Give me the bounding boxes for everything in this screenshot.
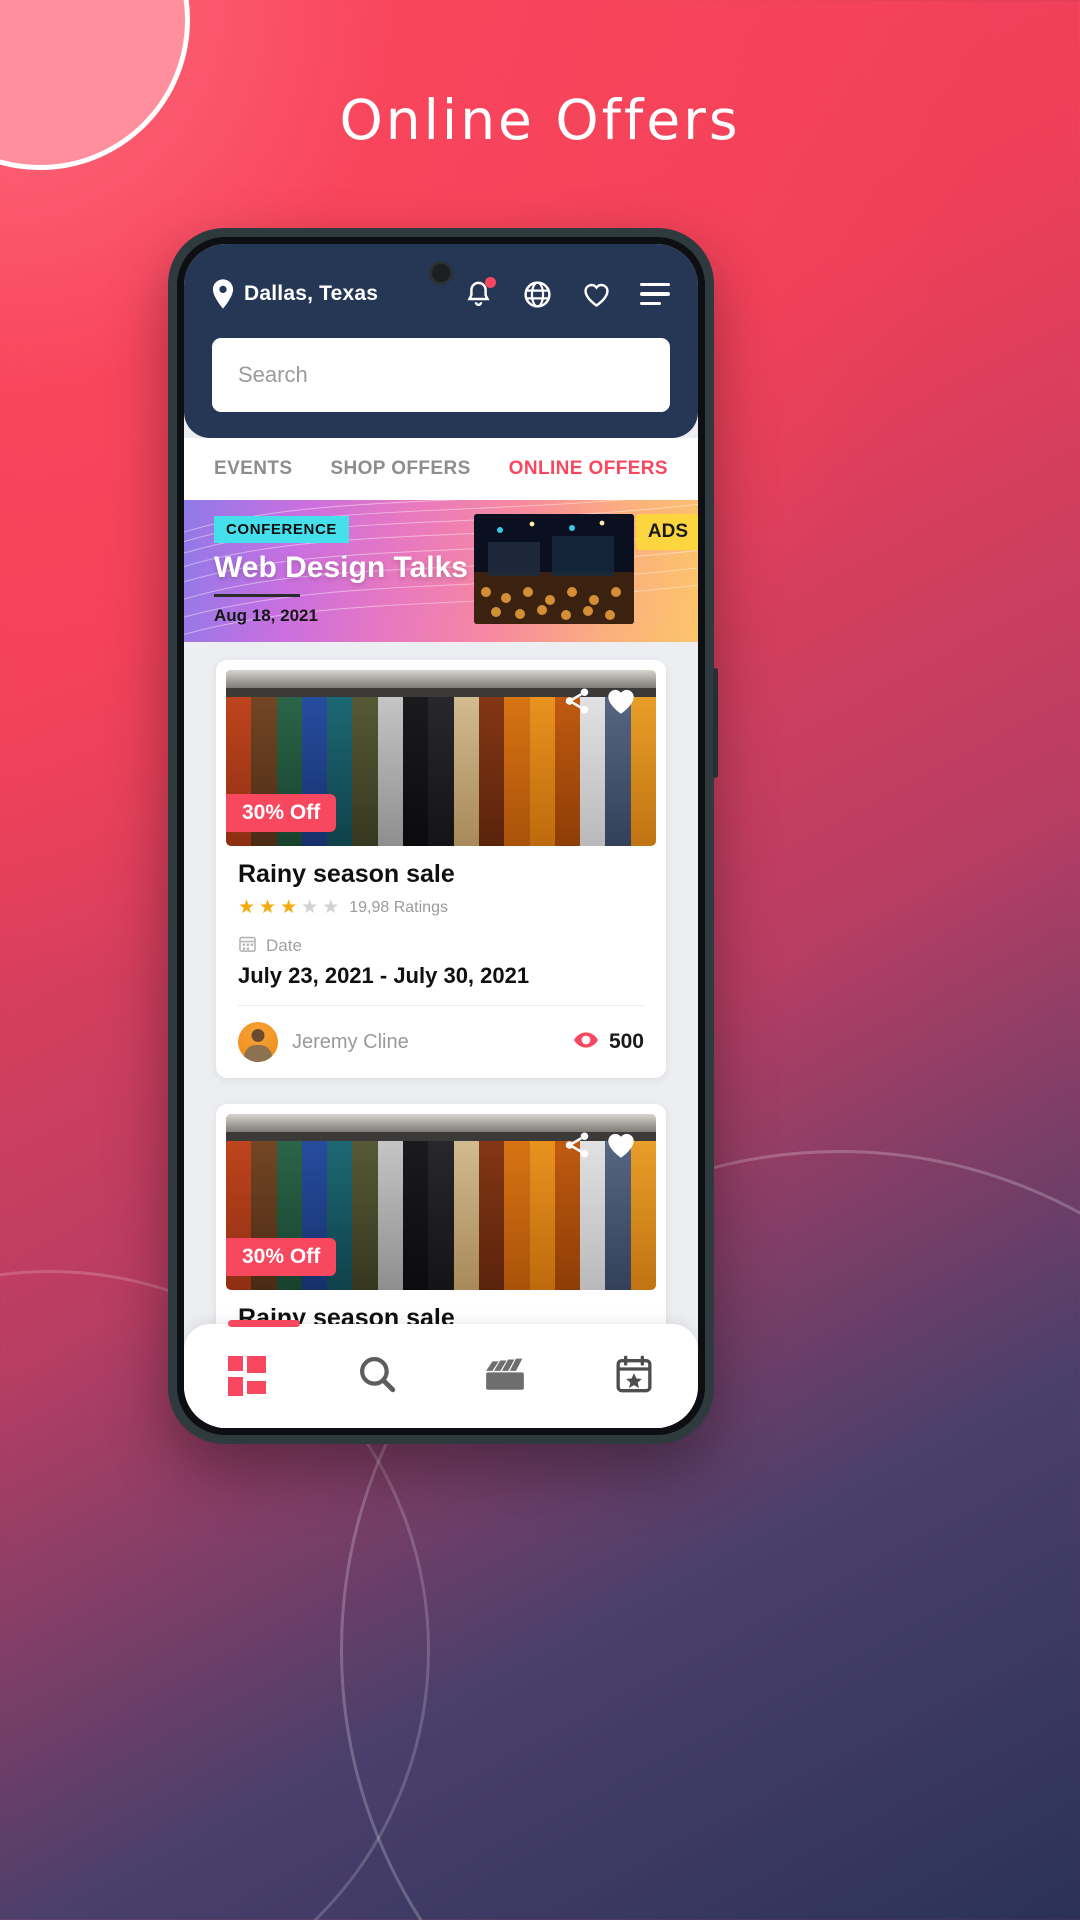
star-icon: ★ [280, 897, 298, 918]
date-label-row: Date [238, 934, 644, 958]
advertisement-banner[interactable]: CONFERENCE Web Design Talks Aug 18, 2021 [184, 500, 698, 642]
offer-footer: Jeremy Cline 500 [238, 1005, 644, 1078]
nav-item-dashboard[interactable] [213, 1346, 283, 1406]
star-icon: ★ [301, 897, 319, 918]
avatar [238, 1022, 278, 1062]
search-placeholder: Search [238, 362, 308, 387]
front-camera [429, 261, 453, 285]
location-pin-icon [212, 279, 234, 309]
bottom-navigation [184, 1320, 698, 1428]
heart-icon[interactable] [604, 684, 638, 723]
discount-badge: 30% Off [226, 794, 337, 832]
offer-details: Rainy season sale ★ ★ ★ ★ ★ 19,98 Rating… [216, 846, 666, 1078]
app-header: Dallas, Texas Search [184, 244, 698, 438]
offer-image: 30% Off [226, 1114, 656, 1290]
phone-side-button [713, 668, 718, 778]
header-icon-group [463, 276, 670, 310]
star-icon: ★ [322, 897, 340, 918]
phone-screen: Dallas, Texas Search EVENTS SHOP OFFERS … [184, 244, 698, 1428]
nav-item-movies[interactable] [470, 1346, 540, 1406]
rating-row: ★ ★ ★ ★ ★ 19,98 Ratings [238, 898, 644, 917]
image-action-group [562, 684, 638, 723]
banner-content: CONFERENCE Web Design Talks Aug 18, 2021 [214, 516, 468, 626]
banner-thumbnail [474, 514, 634, 624]
discount-badge: 30% Off [226, 1238, 337, 1276]
views-group: 500 [573, 1027, 644, 1058]
banner-divider [214, 594, 300, 597]
date-label: Date [266, 936, 302, 955]
offer-image: 30% Off [226, 670, 656, 846]
nav-item-search[interactable] [342, 1346, 412, 1406]
calendar-star-icon [614, 1354, 654, 1399]
category-tabs: EVENTS SHOP OFFERS ONLINE OFFERS LIVE [184, 438, 698, 500]
offers-list[interactable]: 30% Off Rainy season sale ★ ★ ★ ★ ★ 19,9… [184, 642, 698, 1428]
tab-events[interactable]: EVENTS [214, 458, 292, 480]
date-range: July 23, 2021 - July 30, 2021 [238, 963, 530, 988]
ads-label-badge: ADS [635, 514, 698, 550]
page-title: Online Offers [339, 88, 741, 152]
banner-date: Aug 18, 2021 [214, 605, 318, 625]
hamburger-menu-icon[interactable] [640, 283, 670, 305]
notification-bell-icon[interactable] [463, 276, 496, 310]
star-icon: ★ [238, 897, 256, 918]
search-input[interactable]: Search [212, 338, 670, 412]
calendar-icon [238, 934, 257, 958]
location-label: Dallas, Texas [244, 282, 379, 305]
globe-icon[interactable] [522, 279, 553, 310]
active-tab-indicator [228, 1320, 300, 1327]
search-icon [356, 1353, 398, 1400]
heart-icon[interactable] [581, 279, 612, 310]
tab-online-offers[interactable]: ONLINE OFFERS [509, 458, 668, 480]
offer-title: Rainy season sale [238, 860, 455, 888]
share-icon[interactable] [562, 1130, 592, 1165]
author-name: Jeremy Cline [292, 1030, 409, 1053]
heart-icon[interactable] [604, 1128, 638, 1167]
dashboard-grid-icon [228, 1356, 268, 1396]
share-icon[interactable] [562, 686, 592, 721]
phone-bezel: Dallas, Texas Search EVENTS SHOP OFFERS … [177, 237, 705, 1435]
ratings-count: 19,98 Ratings [349, 898, 448, 916]
banner-title: Web Design Talks [214, 551, 468, 584]
eye-icon [573, 1027, 599, 1058]
image-action-group [562, 1128, 638, 1167]
notification-badge-dot [485, 276, 496, 288]
banner-category-tag: CONFERENCE [214, 516, 350, 543]
star-icon: ★ [259, 897, 277, 918]
nav-item-events[interactable] [599, 1346, 669, 1406]
clapperboard-icon [483, 1355, 527, 1398]
offer-card[interactable]: 30% Off Rainy season sale ★ ★ ★ ★ ★ 19,9… [216, 660, 666, 1078]
views-count: 500 [608, 1030, 644, 1053]
tab-shop-offers[interactable]: SHOP OFFERS [330, 458, 470, 480]
phone-mockup: Dallas, Texas Search EVENTS SHOP OFFERS … [168, 228, 718, 1444]
